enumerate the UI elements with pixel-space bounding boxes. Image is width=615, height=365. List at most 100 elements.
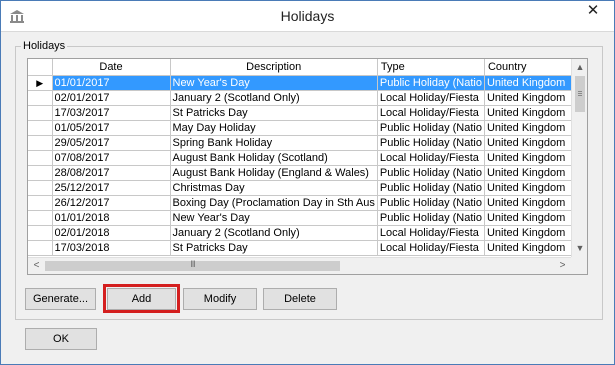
table-row[interactable]: 01/01/2018 New Year's Day Public Holiday (…	[28, 210, 585, 226]
row-header[interactable]	[28, 90, 53, 106]
description-cell[interactable]: Spring Bank Holiday	[170, 135, 378, 151]
row-header[interactable]	[28, 105, 53, 121]
table-row[interactable]: 17/03/2018 St Patricks Day Local Holiday/F…	[28, 240, 585, 256]
description-cell[interactable]: Christmas Day	[170, 180, 378, 196]
column-header-country[interactable]: Country	[484, 59, 585, 76]
holidays-dialog: Holidays ✕ Holidays Date Description Typ…	[0, 0, 615, 365]
row-header[interactable]	[28, 180, 53, 196]
scroll-left-icon[interactable]: <	[28, 258, 45, 275]
date-cell[interactable]: 25/12/2017	[52, 180, 171, 196]
vertical-scroll-thumb[interactable]	[575, 76, 585, 112]
date-cell[interactable]: 26/12/2017	[52, 195, 171, 211]
table-row[interactable]: 28/08/2017 August Bank Holiday (England &…	[28, 165, 585, 181]
type-cell[interactable]: Public Holiday (Natio	[377, 210, 485, 226]
row-header[interactable]	[28, 195, 53, 211]
groupbox-label: Holidays	[21, 40, 68, 52]
description-cell[interactable]: St Patricks Day	[170, 240, 378, 256]
table-row[interactable]: 02/01/2017 January 2 (Scotland Only) Local…	[28, 90, 585, 106]
close-icon: ✕	[586, 2, 600, 19]
ok-button[interactable]: OK	[25, 328, 97, 350]
country-cell[interactable]: United Kingdom	[484, 165, 585, 181]
close-button[interactable]: ✕	[577, 1, 609, 23]
table-row[interactable]: ▶ 01/01/2017 New Year's Day Public Holiday …	[28, 75, 585, 91]
delete-button[interactable]: Delete	[263, 288, 337, 310]
column-header-description[interactable]: Description	[170, 59, 378, 76]
type-cell[interactable]: Local Holiday/Fiesta	[377, 90, 485, 106]
table-row[interactable]: 25/12/2017 Christmas Day Public Holiday (N…	[28, 180, 585, 196]
holidays-table: Date Description Type Country ▶ 01/01/201…	[28, 59, 585, 256]
holidays-grid[interactable]: Date Description Type Country ▶ 01/01/201…	[27, 58, 588, 275]
date-cell[interactable]: 01/05/2017	[52, 120, 171, 136]
table-header-row: Date Description Type Country	[28, 59, 585, 76]
type-cell[interactable]: Local Holiday/Fiesta	[377, 150, 485, 166]
table-row[interactable]: 29/05/2017 Spring Bank Holiday Public Holi…	[28, 135, 585, 151]
country-cell[interactable]: United Kingdom	[484, 105, 585, 121]
country-cell[interactable]: United Kingdom	[484, 150, 585, 166]
type-cell[interactable]: Public Holiday (Natio	[377, 135, 485, 151]
description-cell[interactable]: August Bank Holiday (England & Wales)	[170, 165, 378, 181]
date-cell[interactable]: 17/03/2018	[52, 240, 171, 256]
country-cell[interactable]: United Kingdom	[484, 75, 585, 91]
type-cell[interactable]: Public Holiday (Natio	[377, 180, 485, 196]
horizontal-scroll-thumb[interactable]: III	[45, 259, 340, 271]
date-cell[interactable]: 01/01/2018	[52, 210, 171, 226]
date-cell[interactable]: 17/03/2017	[52, 105, 171, 121]
generate-button[interactable]: Generate...	[25, 288, 96, 310]
country-cell[interactable]: United Kingdom	[484, 120, 585, 136]
scroll-down-icon[interactable]: ▼	[572, 240, 588, 257]
country-cell[interactable]: United Kingdom	[484, 90, 585, 106]
table-row[interactable]: 07/08/2017 August Bank Holiday (Scotland)…	[28, 150, 585, 166]
country-cell[interactable]: United Kingdom	[484, 210, 585, 226]
country-cell[interactable]: United Kingdom	[484, 240, 585, 256]
country-cell[interactable]: United Kingdom	[484, 225, 585, 241]
scroll-up-icon[interactable]: ▲	[572, 59, 588, 76]
description-cell[interactable]: January 2 (Scotland Only)	[170, 225, 378, 241]
table-row[interactable]: 02/01/2018 January 2 (Scotland Only) Local…	[28, 225, 585, 241]
description-cell[interactable]: Boxing Day (Proclamation Day in Sth Aus	[170, 195, 378, 211]
row-header[interactable]	[28, 225, 53, 241]
description-cell[interactable]: January 2 (Scotland Only)	[170, 90, 378, 106]
row-header[interactable]	[28, 120, 53, 136]
description-cell[interactable]: August Bank Holiday (Scotland)	[170, 150, 378, 166]
current-row-icon: ▶	[36, 77, 44, 88]
date-cell[interactable]: 29/05/2017	[52, 135, 171, 151]
country-cell[interactable]: United Kingdom	[484, 195, 585, 211]
row-header[interactable]	[28, 165, 53, 181]
table-row[interactable]: 26/12/2017 Boxing Day (Proclamation Day i…	[28, 195, 585, 211]
type-cell[interactable]: Local Holiday/Fiesta	[377, 240, 485, 256]
description-cell[interactable]: New Year's Day	[170, 210, 378, 226]
scroll-right-icon[interactable]: >	[554, 258, 571, 275]
country-cell[interactable]: United Kingdom	[484, 135, 585, 151]
type-cell[interactable]: Public Holiday (Natio	[377, 195, 485, 211]
type-cell[interactable]: Public Holiday (Natio	[377, 120, 485, 136]
type-cell[interactable]: Local Holiday/Fiesta	[377, 225, 485, 241]
date-cell[interactable]: 07/08/2017	[52, 150, 171, 166]
type-cell[interactable]: Public Holiday (Natio	[377, 75, 485, 91]
table-row[interactable]: 01/05/2017 May Day Holiday Public Holiday …	[28, 120, 585, 136]
window-title: Holidays	[280, 8, 335, 24]
date-cell[interactable]: 02/01/2018	[52, 225, 171, 241]
type-cell[interactable]: Local Holiday/Fiesta	[377, 105, 485, 121]
row-header[interactable]: ▶	[28, 75, 53, 91]
vertical-scrollbar[interactable]: ▲ ▼	[571, 59, 587, 257]
column-header-type[interactable]: Type	[377, 59, 485, 76]
add-button-highlight	[103, 284, 180, 313]
date-cell[interactable]: 02/01/2017	[52, 90, 171, 106]
row-header[interactable]	[28, 210, 53, 226]
date-cell[interactable]: 01/01/2017	[52, 75, 171, 91]
scrollbar-corner	[571, 257, 587, 274]
modify-button[interactable]: Modify	[183, 288, 257, 310]
description-cell[interactable]: St Patricks Day	[170, 105, 378, 121]
row-header[interactable]	[28, 150, 53, 166]
type-cell[interactable]: Public Holiday (Natio	[377, 165, 485, 181]
description-cell[interactable]: May Day Holiday	[170, 120, 378, 136]
row-header[interactable]	[28, 240, 53, 256]
date-cell[interactable]: 28/08/2017	[52, 165, 171, 181]
country-cell[interactable]: United Kingdom	[484, 180, 585, 196]
row-header[interactable]	[28, 135, 53, 151]
horizontal-scrollbar[interactable]: < III >	[28, 257, 571, 274]
description-cell[interactable]: New Year's Day	[170, 75, 378, 91]
table-row[interactable]: 17/03/2017 St Patricks Day Local Holiday/F…	[28, 105, 585, 121]
column-header-date[interactable]: Date	[52, 59, 171, 76]
scroll-grip-icon: III	[190, 259, 196, 269]
